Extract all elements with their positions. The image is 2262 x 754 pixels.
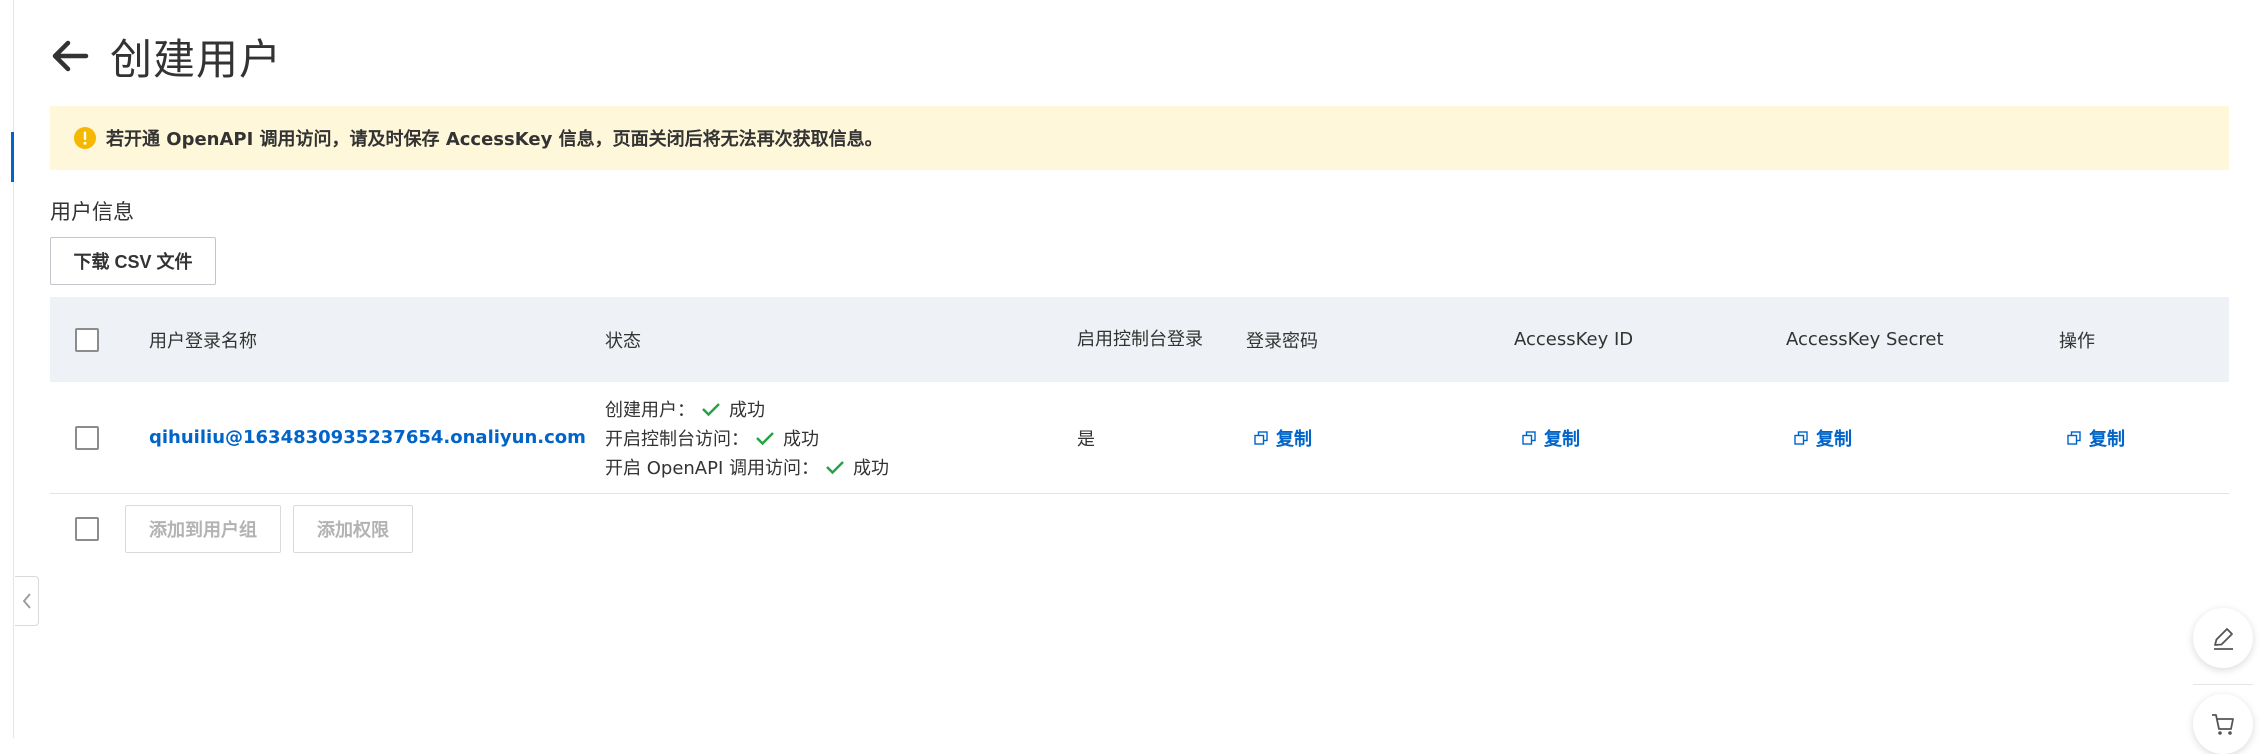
check-icon [701,401,721,417]
alert-message: 若开通 OpenAPI 调用访问，请及时保存 AccessKey 信息，页面关闭… [106,129,883,150]
column-header-status: 状态 [605,330,641,352]
copy-icon [1522,430,1536,445]
user-table: 用户登录名称 状态 启用控制台登录 登录密码 AccessKey ID Acce… [50,297,2229,494]
copy-icon [2067,430,2081,445]
column-header-name: 用户登录名称 [149,330,257,352]
batch-action-bar: 添加到用户组 添加权限 [50,505,425,553]
cart-icon [2212,714,2234,735]
batch-select-checkbox[interactable] [75,517,99,541]
status-list: 创建用户： 成功 开启控制台访问： 成功 开启 OpenAPI 调用访问： 成功 [605,397,889,479]
status-console-access: 开启控制台访问： 成功 [605,428,819,450]
status-openapi-access: 开启 OpenAPI 调用访问： 成功 [605,457,889,479]
column-header-accesskey-id: AccessKey ID [1514,329,1634,350]
section-title: 用户信息 [50,200,134,224]
left-nav-active-indicator [11,132,14,182]
copy-accesskey-id-button[interactable]: 复制 [1522,425,1580,451]
copy-icon [1794,430,1808,445]
table-row: qihuiliu@1634830935237654.onaliyun.com 创… [50,382,2229,494]
add-permission-button[interactable]: 添加权限 [293,505,413,553]
copy-row-button[interactable]: 复制 [2067,425,2125,451]
table-header: 用户登录名称 状态 启用控制台登录 登录密码 AccessKey ID Acce… [50,297,2229,382]
left-nav-border [13,0,14,738]
back-button[interactable] [48,34,92,78]
console-login-value: 是 [1077,428,1095,450]
column-header-accesskey-secret: AccessKey Secret [1786,329,1944,350]
column-header-actions: 操作 [2059,330,2095,352]
warning-icon [74,127,96,149]
select-all-checkbox[interactable] [75,327,99,352]
chevron-left-icon [22,593,31,609]
page-title: 创建用户 [110,34,283,84]
arrow-left-icon [52,40,89,72]
warning-alert: 若开通 OpenAPI 调用访问，请及时保存 AccessKey 信息，页面关闭… [50,106,2229,170]
add-to-group-button[interactable]: 添加到用户组 [125,505,281,553]
row-checkbox[interactable] [75,425,99,450]
page-header: 创建用户 [48,26,282,86]
user-login-name-link[interactable]: qihuiliu@1634830935237654.onaliyun.com [149,427,586,448]
copy-accesskey-secret-button[interactable]: 复制 [1794,425,1852,451]
status-create-user: 创建用户： 成功 [605,399,765,421]
cart-button[interactable] [2193,694,2253,754]
sidebar-collapse-button[interactable] [15,576,39,626]
column-header-password: 登录密码 [1246,330,1318,352]
pen-icon [2214,628,2233,650]
copy-password-button[interactable]: 复制 [1254,425,1312,451]
check-icon [755,430,775,446]
check-icon [825,459,845,475]
download-csv-button[interactable]: 下载 CSV 文件 [50,237,216,285]
column-header-console-login: 启用控制台登录 [1077,329,1203,350]
float-divider [2193,684,2253,685]
feedback-edit-button[interactable] [2193,608,2253,668]
copy-icon [1254,430,1268,445]
